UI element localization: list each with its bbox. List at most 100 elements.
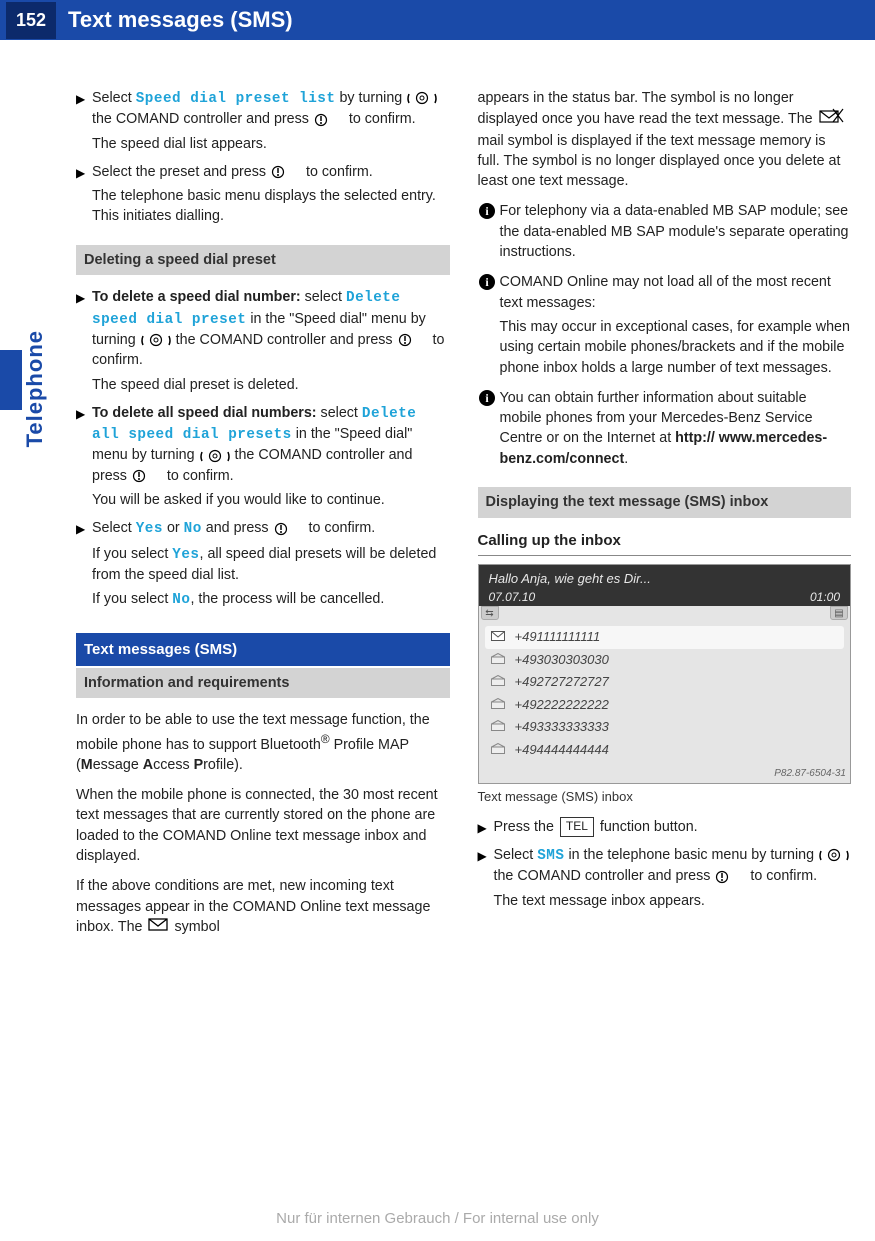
step-marker: ▶	[76, 403, 92, 510]
result-text: The text message inbox appears.	[494, 891, 852, 911]
image-id: P82.87-6504-31	[479, 765, 851, 783]
envelope-icon	[491, 628, 507, 646]
mail-blocked-icon	[819, 108, 845, 130]
inbox-screenshot: Hallo Anja, wie geht es Dir... 07.07.10 …	[478, 564, 852, 784]
result-text: The speed dial preset is deleted.	[92, 375, 450, 395]
rotary-turn-icon	[406, 91, 438, 105]
text: the COMAND controller and press	[172, 332, 397, 348]
step-marker: ▶	[76, 162, 92, 227]
phone-number: +492222222222	[515, 696, 609, 714]
list-item: +492222222222	[485, 694, 845, 716]
rotary-turn-icon	[199, 449, 231, 463]
result-text: If you select Yes, all speed dial preset…	[92, 544, 450, 586]
envelope-open-icon	[491, 741, 507, 759]
step-marker: ▶	[478, 817, 494, 837]
text: Select the preset and press	[92, 164, 270, 180]
text: in the telephone basic menu by turning	[564, 847, 818, 863]
text: select	[317, 405, 362, 421]
info-icon: i	[478, 388, 500, 469]
result-text: The speed dial list appears.	[92, 134, 450, 154]
envelope-open-icon	[491, 651, 507, 669]
text-bold: A	[143, 757, 153, 773]
text: Select	[92, 520, 136, 536]
press-icon	[273, 522, 305, 536]
screenshot-list: +491111111111 +493030303030 +49272727272…	[479, 622, 851, 765]
result-text: You will be asked if you would like to c…	[92, 490, 450, 510]
instruction-step: ▶ Select the preset and press to confirm…	[76, 162, 450, 227]
subheading: Calling up the inbox	[478, 530, 852, 556]
text: to confirm.	[163, 468, 234, 484]
text: Press the	[494, 819, 558, 835]
menu-option: No	[184, 521, 202, 537]
menu-option: Yes	[172, 547, 199, 563]
screenshot-title: Hallo Anja, wie geht es Dir...	[489, 570, 841, 588]
page-number: 152	[6, 2, 56, 39]
paragraph: appears in the status bar. The symbol is…	[478, 88, 852, 191]
text: to confirm.	[345, 111, 416, 127]
text: Select	[92, 90, 136, 106]
text: the COMAND controller and press	[494, 868, 715, 884]
text: and press	[202, 520, 273, 536]
text: or	[163, 520, 184, 536]
text: the COMAND controller and press	[92, 111, 313, 127]
list-item: +492727272727	[485, 671, 845, 693]
info-text: COMAND Online may not load all of the mo…	[500, 272, 852, 313]
envelope-open-icon	[491, 696, 507, 714]
instruction-step: ▶ To delete a speed dial number: select …	[76, 287, 450, 394]
text: .	[624, 451, 628, 467]
text-bold: To delete a speed dial number:	[92, 289, 301, 305]
text: essage	[93, 757, 143, 773]
text: Select	[494, 847, 538, 863]
text-bold: P	[194, 757, 204, 773]
info-icon: i	[478, 272, 500, 377]
text: by turning	[335, 90, 406, 106]
rotary-turn-icon	[140, 333, 172, 347]
info-text: This may occur in exceptional cases, for…	[500, 317, 852, 378]
instruction-step: ▶ Select Yes or No and press to confirm.…	[76, 518, 450, 610]
subsection-heading: Displaying the text message (SMS) inbox	[478, 487, 852, 518]
list-item: +491111111111	[485, 626, 845, 648]
screenshot-time: 01:00	[810, 589, 840, 606]
text: function button.	[596, 819, 698, 835]
list-item: +494444444444	[485, 739, 845, 761]
envelope-open-icon	[491, 673, 507, 691]
section-label: Telephone	[22, 330, 48, 447]
tel-button-icon: TEL	[560, 817, 594, 836]
info-note: i For telephony via a data-enabled MB SA…	[478, 201, 852, 262]
press-icon	[270, 165, 302, 179]
menu-option: Yes	[136, 521, 163, 537]
text: If the above conditions are met, new inc…	[76, 878, 430, 935]
result-text: If you select No, the process will be ca…	[92, 589, 450, 610]
footer-watermark: Nur für internen Gebrauch / For internal…	[0, 1210, 875, 1227]
text: mail symbol is displayed if the text mes…	[478, 133, 841, 190]
instruction-step: ▶ Press the TEL function button.	[478, 817, 852, 837]
menu-option: SMS	[537, 848, 564, 864]
rotary-turn-icon	[818, 848, 850, 862]
text: ccess	[153, 757, 194, 773]
step-marker: ▶	[76, 88, 92, 154]
list-item: +493333333333	[485, 716, 845, 738]
registered-mark: ®	[321, 732, 330, 746]
paragraph: If the above conditions are met, new inc…	[76, 876, 450, 937]
tab-handle-left: ⇆	[481, 606, 499, 620]
text: rofile).	[203, 757, 243, 773]
step-marker: ▶	[478, 845, 494, 911]
text: appears in the status bar. The symbol is…	[478, 90, 817, 127]
figure-caption: Text message (SMS) inbox	[478, 788, 852, 806]
envelope-open-icon	[491, 718, 507, 736]
subsection-heading: Deleting a speed dial preset	[76, 245, 450, 276]
text-bold: To delete all speed dial numbers:	[92, 405, 317, 421]
instruction-step: ▶ Select Speed dial preset list by turni…	[76, 88, 450, 154]
text: , the process will be cancelled.	[190, 591, 384, 607]
instruction-step: ▶ Select SMS in the telephone basic menu…	[478, 845, 852, 911]
step-marker: ▶	[76, 518, 92, 610]
info-note: i COMAND Online may not load all of the …	[478, 272, 852, 377]
text: If you select	[92, 546, 172, 562]
phone-number: +492727272727	[515, 673, 609, 691]
instruction-step: ▶ To delete all speed dial numbers: sele…	[76, 403, 450, 510]
info-icon: i	[478, 201, 500, 262]
paragraph: When the mobile phone is connected, the …	[76, 785, 450, 866]
right-column: appears in the status bar. The symbol is…	[478, 88, 852, 947]
phone-number: +493333333333	[515, 718, 609, 736]
paragraph: In order to be able to use the text mess…	[76, 710, 450, 775]
